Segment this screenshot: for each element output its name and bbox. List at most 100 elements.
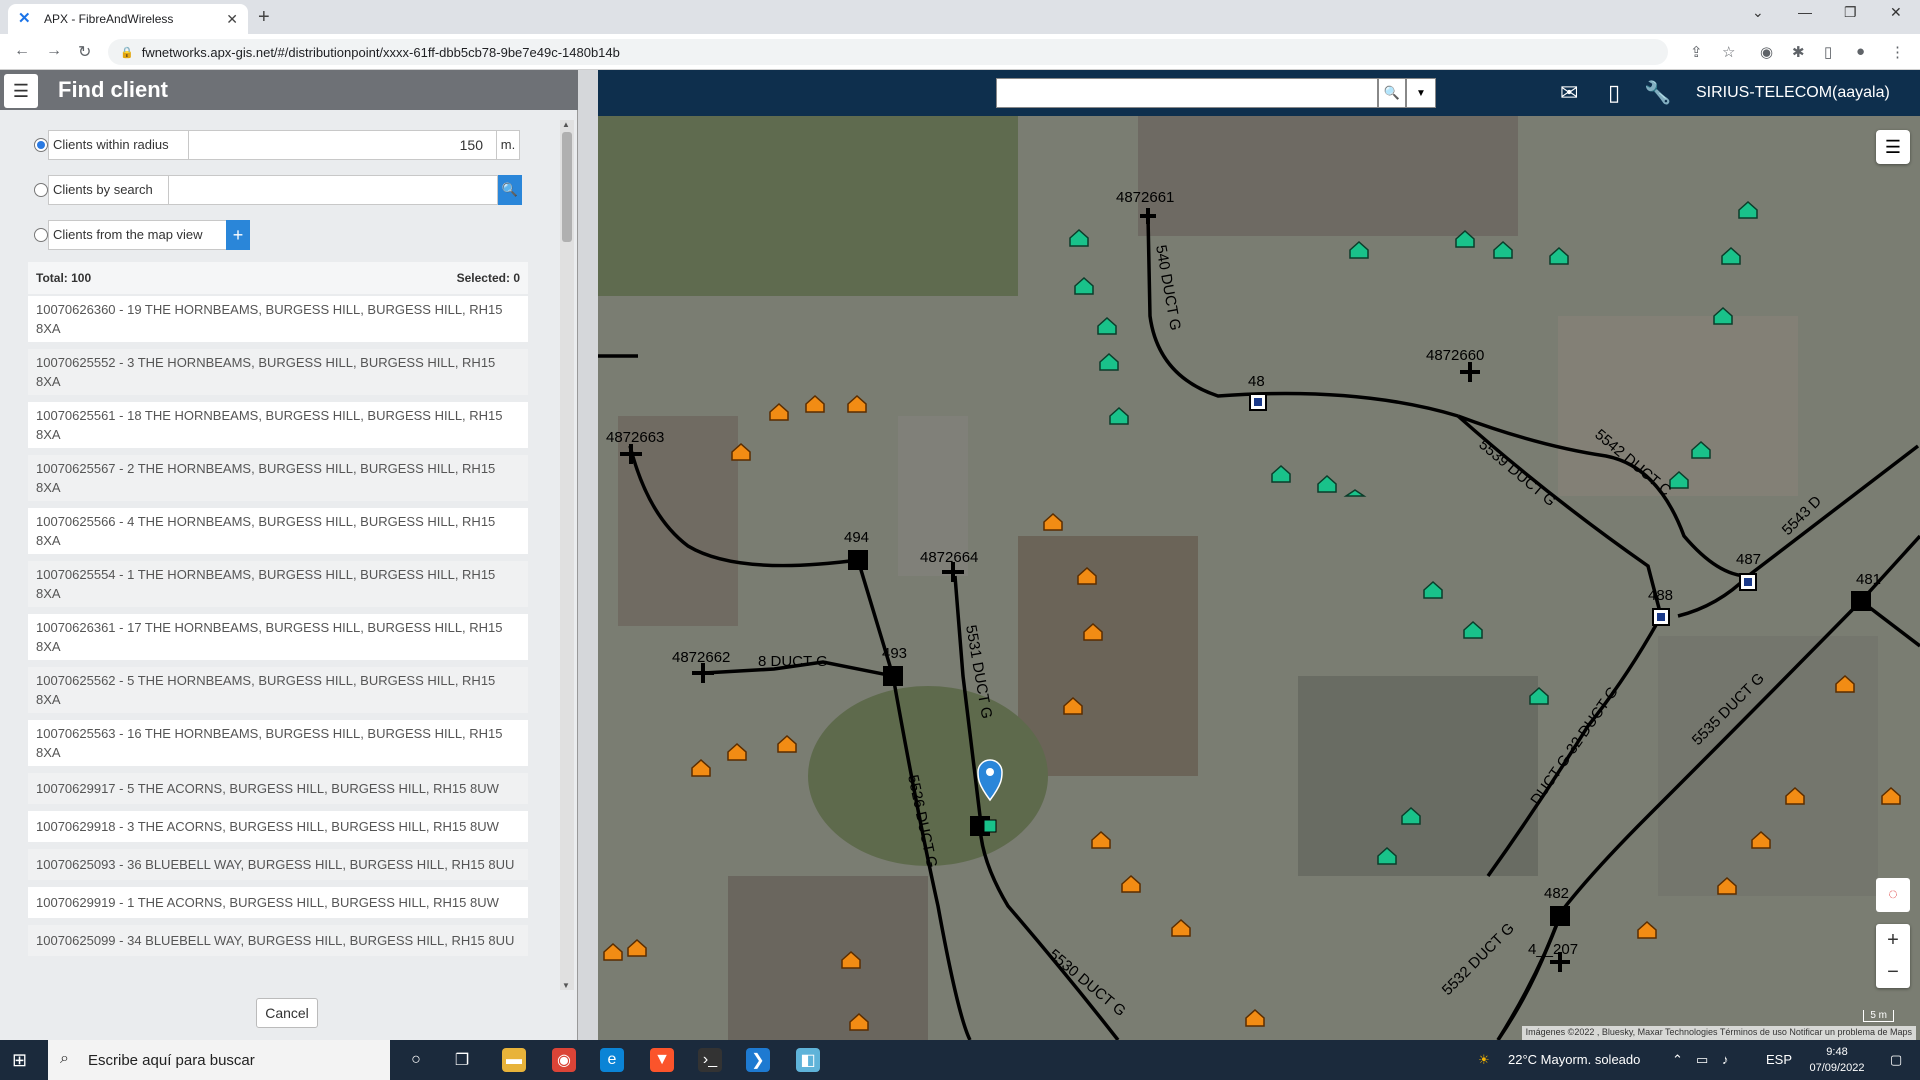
scroll-down-icon[interactable]: ▼ xyxy=(562,981,570,990)
client-search-input[interactable] xyxy=(168,175,498,205)
rooftop-block xyxy=(1018,536,1198,776)
clock-date: 07/09/2022 xyxy=(1809,1062,1865,1074)
list-item[interactable]: 10070625099 - 34 BLUEBELL WAY, BURGESS H… xyxy=(28,925,528,956)
option-search[interactable]: Clients by search xyxy=(34,175,176,205)
chamber-square xyxy=(883,666,903,686)
mail-icon[interactable]: ✉ xyxy=(1560,80,1578,106)
weather-icon[interactable]: ☀ xyxy=(1478,1052,1490,1068)
scroll-up-icon[interactable]: ▲ xyxy=(562,120,570,129)
network-icon[interactable]: ▭ xyxy=(1696,1052,1708,1068)
volume-icon[interactable]: ♪ xyxy=(1722,1052,1729,1067)
forward-icon[interactable]: → xyxy=(46,42,62,60)
new-tab-button[interactable]: + xyxy=(258,6,270,29)
radius-unit: m. xyxy=(496,130,520,160)
bookmark-star-icon[interactable]: ☆ xyxy=(1722,43,1735,61)
option-radius[interactable]: Clients within radius xyxy=(34,130,196,160)
search-dropdown-button[interactable]: ▼ xyxy=(1406,78,1436,108)
list-item[interactable]: 10070625552 - 3 THE HORNBEAMS, BURGESS H… xyxy=(28,349,528,395)
chamber-square xyxy=(1851,591,1871,611)
list-item[interactable]: 10070629918 - 3 THE ACORNS, BURGESS HILL… xyxy=(28,811,528,842)
windows-start-icon[interactable]: ⊞ xyxy=(12,1050,27,1071)
total-count: Total: 100 xyxy=(36,271,92,285)
app-icon[interactable]: ◧ xyxy=(796,1048,820,1072)
list-item[interactable]: 10070625554 - 1 THE HORNBEAMS, BURGESS H… xyxy=(28,561,528,607)
vscode-icon[interactable]: ❯ xyxy=(746,1048,770,1072)
zoom-in-button[interactable]: + xyxy=(1876,924,1910,956)
map-scale: 5 m xyxy=(1863,1010,1894,1022)
radius-input[interactable]: 150 xyxy=(188,130,498,160)
list-item[interactable]: 10070629917 - 5 THE ACORNS, BURGESS HILL… xyxy=(28,773,528,804)
tab-search-icon[interactable]: ⌄ xyxy=(1752,4,1764,21)
node-label: 4872660 xyxy=(1426,347,1484,364)
wrench-icon[interactable]: 🔧 xyxy=(1644,80,1671,106)
close-window-icon[interactable]: ✕ xyxy=(1890,4,1902,21)
menu-kebab-icon[interactable]: ⋮ xyxy=(1890,43,1905,61)
search-icon: 🔍 xyxy=(1383,85,1401,100)
tray-chevron-icon[interactable]: ⌃ xyxy=(1672,1052,1683,1068)
chrome-icon[interactable]: ◉ xyxy=(552,1048,576,1072)
back-icon[interactable]: ← xyxy=(14,42,30,60)
sidepanel-icon[interactable]: ▯ xyxy=(1824,43,1832,61)
bookmark-icon[interactable]: ▯ xyxy=(1608,80,1620,106)
weather-text[interactable]: 22°C Mayorm. soleado xyxy=(1508,1052,1640,1067)
url-field[interactable]: 🔒 fwnetworks.apx-gis.net/#/distributionp… xyxy=(108,39,1668,65)
totals-bar: Total: 100 Selected: 0 xyxy=(28,262,528,294)
user-name[interactable]: SIRIUS-TELECOM(aayala) xyxy=(1696,84,1890,102)
list-item[interactable]: 10070625566 - 4 THE HORNBEAMS, BURGESS H… xyxy=(28,508,528,554)
node-label: 488 xyxy=(1648,587,1673,604)
radio-search[interactable] xyxy=(34,183,48,197)
cortana-icon[interactable]: ○ xyxy=(404,1048,428,1072)
node-label: 4872664 xyxy=(920,549,978,566)
list-item[interactable]: 10070626361 - 17 THE HORNBEAMS, BURGESS … xyxy=(28,614,528,660)
edge-icon[interactable]: e xyxy=(600,1048,624,1072)
extension-icon[interactable]: ◉ xyxy=(1760,43,1773,61)
file-explorer-icon[interactable]: ▬ xyxy=(502,1048,526,1072)
list-scrollbar[interactable]: ▲ ▼ xyxy=(560,120,574,990)
brave-icon[interactable]: ▼ xyxy=(650,1048,674,1072)
reload-icon[interactable]: ↻ xyxy=(78,42,91,62)
client-list[interactable]: 10070626360 - 19 THE HORNBEAMS, BURGESS … xyxy=(28,296,530,1008)
close-tab-icon[interactable]: ✕ xyxy=(226,11,238,28)
panel-menu-button[interactable]: ☰ xyxy=(4,74,38,108)
list-item[interactable]: 10070625561 - 18 THE HORNBEAMS, BURGESS … xyxy=(28,402,528,448)
list-item[interactable]: 10070629919 - 1 THE ACORNS, BURGESS HILL… xyxy=(28,887,528,918)
list-item[interactable]: 10070626360 - 19 THE HORNBEAMS, BURGESS … xyxy=(28,296,528,342)
radio-mapview[interactable] xyxy=(34,228,48,242)
minimize-icon[interactable]: — xyxy=(1798,4,1812,20)
client-search-button[interactable]: 🔍 xyxy=(498,175,522,205)
map-canvas[interactable]: 4872661 4872660 4872663 4872664 4872662 … xyxy=(598,116,1920,1040)
list-item[interactable]: 10070625093 - 36 BLUEBELL WAY, BURGESS H… xyxy=(28,849,528,880)
node-label: 482 xyxy=(1544,885,1569,902)
task-view-icon[interactable]: ❐ xyxy=(450,1048,474,1072)
layers-icon: ☰ xyxy=(1884,136,1902,157)
map-search-button[interactable]: 🔍 xyxy=(1378,78,1406,108)
language-indicator[interactable]: ESP xyxy=(1766,1052,1792,1067)
terminal-icon[interactable]: ›_ xyxy=(698,1048,722,1072)
node-label: 4__207 xyxy=(1528,941,1578,958)
list-item[interactable]: 10070625567 - 2 THE HORNBEAMS, BURGESS H… xyxy=(28,455,528,501)
cancel-button[interactable]: Cancel xyxy=(256,998,318,1028)
list-item[interactable]: 10070625562 - 5 THE HORNBEAMS, BURGESS H… xyxy=(28,667,528,713)
puzzle-icon[interactable]: ✱ xyxy=(1792,43,1805,61)
restore-icon[interactable]: ❐ xyxy=(1844,4,1857,21)
node-label: 493 xyxy=(882,645,907,662)
browser-tab[interactable]: ✕ APX - FibreAndWireless ✕ xyxy=(8,4,248,34)
profile-icon[interactable]: ● xyxy=(1856,43,1865,60)
layers-button[interactable]: ☰ xyxy=(1876,130,1910,164)
add-from-mapview-button[interactable]: + xyxy=(226,220,250,250)
clock[interactable]: 9:48 07/09/2022 xyxy=(1800,1044,1874,1076)
lock-icon: 🔒 xyxy=(120,46,134,59)
list-item[interactable]: 10070625563 - 16 THE HORNBEAMS, BURGESS … xyxy=(28,720,528,766)
selected-count: Selected: 0 xyxy=(456,271,520,285)
share-icon[interactable]: ⇪ xyxy=(1690,43,1703,61)
zoom-out-button[interactable]: − xyxy=(1876,956,1910,988)
map-search-input[interactable] xyxy=(996,78,1378,108)
scroll-thumb[interactable] xyxy=(562,132,572,242)
map-view[interactable]: 4872661 4872660 4872663 4872664 4872662 … xyxy=(598,116,1920,1040)
radio-radius[interactable] xyxy=(34,138,48,152)
notifications-icon[interactable]: ▢ xyxy=(1890,1052,1902,1068)
option-mapview-label: Clients from the map view xyxy=(48,220,228,250)
taskbar-search-input[interactable]: ⌕ Escribe aquí para buscar xyxy=(48,1040,390,1080)
option-mapview[interactable]: Clients from the map view xyxy=(34,220,228,250)
node-label: 487 xyxy=(1736,551,1761,568)
